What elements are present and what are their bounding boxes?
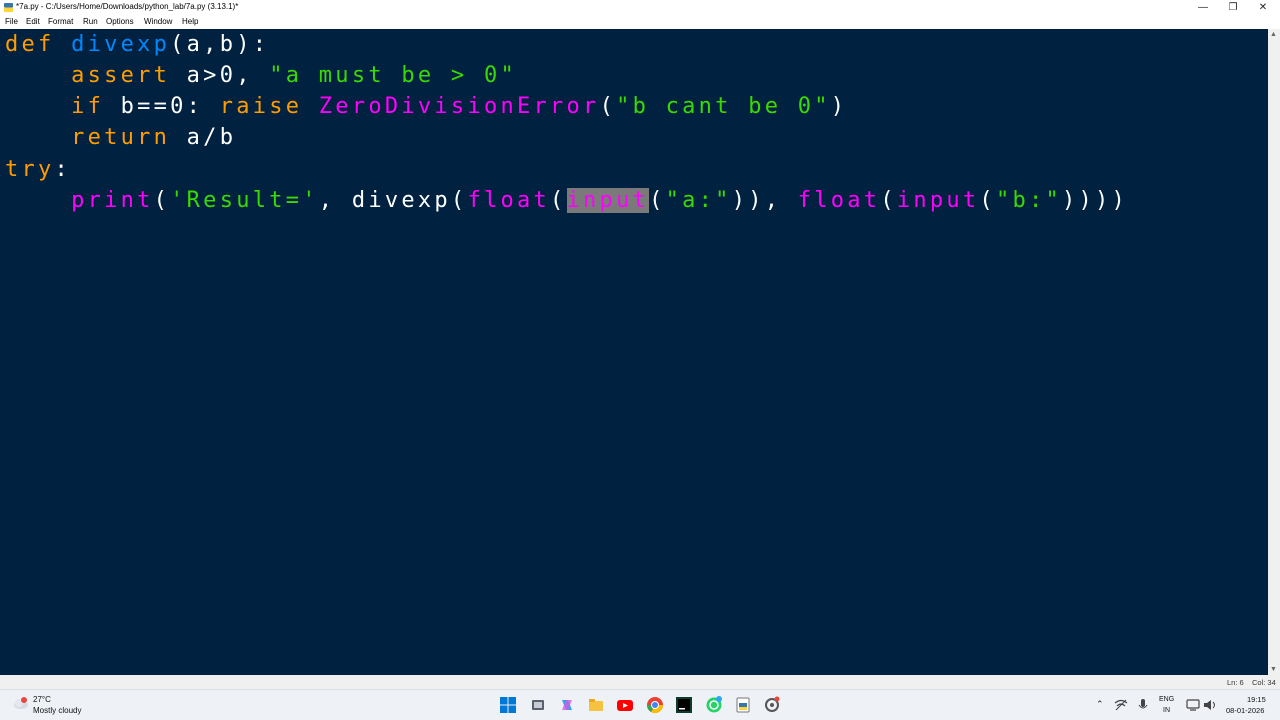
idle-icon[interactable] — [734, 696, 752, 714]
close-button[interactable]: ✕ — [1248, 0, 1278, 15]
code-params: (a,b): — [170, 32, 270, 57]
string-literal: "a:" — [665, 188, 732, 213]
code-paren: ( — [649, 188, 666, 213]
menu-file[interactable]: File — [5, 17, 18, 26]
code-line-3[interactable]: if b==0: raise ZeroDivisionError("b cant… — [5, 92, 847, 122]
selected-text[interactable]: input — [566, 188, 650, 213]
code-editor[interactable]: def divexp(a,b): assert a>0, "a must be … — [0, 29, 1268, 675]
maximize-button[interactable]: ❐ — [1218, 0, 1248, 15]
microphone-icon[interactable] — [1137, 698, 1149, 712]
language-indicator[interactable]: ENG — [1159, 696, 1174, 703]
task-view-icon[interactable] — [529, 696, 547, 714]
function-name: divexp — [71, 32, 171, 57]
column-number: Col: 34 — [1252, 678, 1276, 687]
clock-time[interactable]: 19:15 — [1247, 695, 1266, 704]
code-line-5[interactable]: try: — [5, 155, 71, 185]
keyword-def: def — [5, 32, 55, 57]
network-icon[interactable] — [1114, 698, 1128, 712]
code-line-1[interactable]: def divexp(a,b): — [5, 30, 269, 60]
status-bar: Ln: 6 Col: 34 — [0, 675, 1280, 689]
code-line-4[interactable]: return a/b — [5, 123, 236, 153]
menu-format[interactable]: Format — [48, 17, 73, 26]
clock-date[interactable]: 08-01-2026 — [1226, 706, 1264, 715]
window-title: *7a.py - C:/Users/Home/Downloads/python_… — [16, 2, 239, 11]
taskbar: 27°C Mostly cloudy ⌃ ENG IN 19:15 08-01-… — [0, 689, 1280, 720]
string-literal: "a must be > 0" — [269, 63, 517, 88]
keyword-assert: assert — [71, 63, 171, 88]
keyword-raise: raise — [219, 94, 303, 119]
youtube-icon[interactable] — [616, 696, 634, 714]
windows-start-icon[interactable] — [499, 696, 517, 714]
vertical-scrollbar[interactable]: ▲ ▼ — [1268, 29, 1280, 675]
menu-window[interactable]: Window — [144, 17, 172, 26]
scroll-down-icon[interactable]: ▼ — [1270, 666, 1277, 673]
code-paren: ( — [979, 188, 996, 213]
volume-icon[interactable] — [1203, 698, 1217, 712]
menu-help[interactable]: Help — [182, 17, 198, 26]
code-paren: ( — [599, 94, 617, 119]
line-number: Ln: 6 — [1227, 678, 1244, 687]
chrome-icon[interactable] — [646, 696, 664, 714]
code-paren: )))) — [1062, 188, 1129, 213]
menu-bar: File Edit Format Run Options Window Help — [0, 15, 1280, 29]
code-colon: : — [54, 157, 72, 182]
code-line-6[interactable]: print('Result=', divexp(float(input("a:"… — [5, 186, 1128, 216]
display-icon[interactable] — [1186, 698, 1200, 712]
code-line-2[interactable]: assert a>0, "a must be > 0" — [5, 61, 517, 91]
code-paren: ( — [153, 188, 171, 213]
weather-temperature[interactable]: 27°C — [33, 695, 51, 704]
builtin-print: print — [71, 188, 154, 213]
code-paren: ( — [880, 188, 897, 213]
string-literal: "b:" — [995, 188, 1062, 213]
code-paren: )), — [731, 188, 798, 213]
code-expr: b==0: — [104, 94, 220, 119]
title-bar: *7a.py - C:/Users/Home/Downloads/python_… — [0, 0, 1280, 15]
builtin-float: float — [797, 188, 881, 213]
code-paren: ( — [550, 188, 567, 213]
keyword-try: try — [5, 157, 55, 182]
code-expr: , divexp( — [318, 188, 468, 213]
menu-run[interactable]: Run — [83, 17, 98, 26]
weather-cloudy-icon[interactable] — [12, 696, 30, 710]
language-region[interactable]: IN — [1163, 707, 1170, 714]
whatsapp-icon[interactable] — [705, 696, 723, 714]
pycharm-icon[interactable] — [675, 696, 693, 714]
file-explorer-icon[interactable] — [587, 696, 605, 714]
builtin-float: float — [467, 188, 551, 213]
minimize-button[interactable]: — — [1188, 0, 1218, 15]
code-paren: ) — [830, 94, 848, 119]
code-expr: a/b — [170, 125, 237, 150]
menu-edit[interactable]: Edit — [26, 17, 40, 26]
code-expr: a>0, — [170, 63, 270, 88]
show-hidden-icons-icon[interactable]: ⌃ — [1096, 699, 1104, 710]
keyword-return: return — [71, 125, 171, 150]
settings-icon[interactable] — [763, 696, 781, 714]
python-idle-icon — [4, 3, 13, 12]
weather-description[interactable]: Mostly cloudy — [33, 706, 81, 715]
copilot-icon[interactable] — [558, 696, 576, 714]
exception-name: ZeroDivisionError — [318, 94, 600, 119]
string-literal: 'Result=' — [170, 188, 319, 213]
string-literal: "b cant be 0" — [616, 94, 831, 119]
keyword-if: if — [71, 94, 105, 119]
menu-options[interactable]: Options — [106, 17, 134, 26]
scroll-up-icon[interactable]: ▲ — [1270, 31, 1277, 38]
builtin-input: input — [896, 188, 980, 213]
